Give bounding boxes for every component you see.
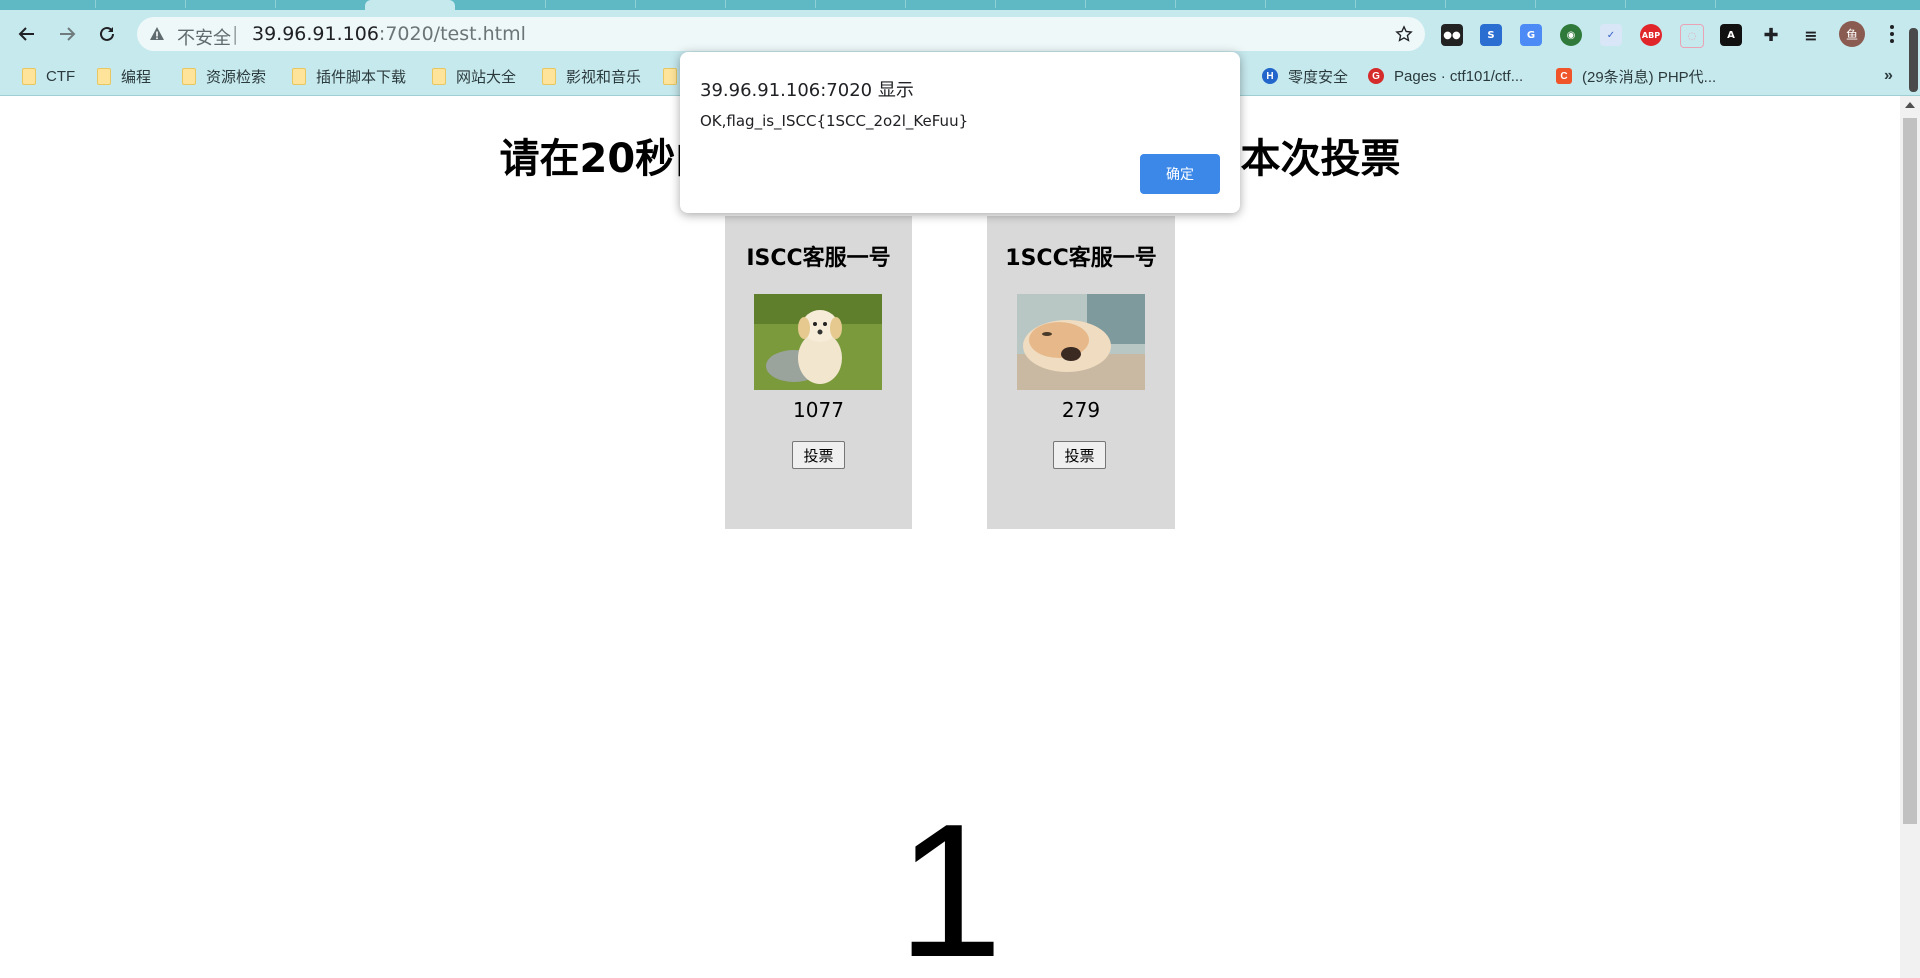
url-text[interactable]: 39.96.91.106:7020/test.html	[252, 23, 526, 45]
media-icon[interactable]: ≡	[1800, 24, 1822, 46]
folder-icon	[432, 67, 446, 85]
bookmark-star-icon[interactable]	[1395, 25, 1413, 43]
vote-button[interactable]: 投票	[792, 441, 845, 469]
bookmark-folder[interactable]: CTF	[22, 65, 75, 87]
candidate-name: ISCC客服一号	[746, 246, 891, 271]
kebab-menu-icon	[1890, 25, 1894, 43]
h-site-icon: H	[1262, 68, 1278, 84]
reload-button[interactable]	[91, 18, 123, 50]
tab-strip	[0, 0, 1920, 10]
vote-count: 1077	[793, 398, 844, 422]
warning-icon	[150, 27, 164, 40]
bookmark-site[interactable]: G Pages · ctf101/ctf...	[1368, 65, 1523, 87]
security-label[interactable]: 不安全	[177, 24, 231, 50]
candidate-card: ISCC客服一号 1077 投票	[725, 216, 912, 529]
bookmark-folder[interactable]: 资源检索	[182, 65, 266, 87]
profile-avatar[interactable]: 鱼	[1839, 21, 1865, 47]
check-ext-icon[interactable]: ✓	[1600, 24, 1622, 46]
address-bar[interactable]: 不安全 | 39.96.91.106:7020/test.html	[137, 17, 1425, 51]
folder-icon	[292, 67, 306, 85]
folder-icon	[97, 67, 111, 85]
g-site-icon: G	[1368, 68, 1384, 84]
folder-icon	[22, 67, 36, 85]
vote-count: 279	[1061, 398, 1101, 422]
puzzle-icon[interactable]: ✚	[1760, 24, 1782, 46]
active-tab[interactable]	[365, 0, 455, 10]
bookmark-folder[interactable]: 网站大全	[432, 65, 516, 87]
bookmark-site[interactable]: H 零度安全	[1262, 65, 1348, 87]
browser-toolbar: 不安全 | 39.96.91.106:7020/test.html ●● S G…	[0, 10, 1920, 57]
dialog-message: OK,flag_is_ISCC{1SCC_2o2l_KeFuu}	[700, 112, 969, 130]
page-scrollbar[interactable]	[1900, 96, 1920, 978]
forward-button[interactable]	[51, 18, 83, 50]
candidate-card: 1SCC客服一号 279 投票	[987, 216, 1175, 529]
dog-photo	[1017, 294, 1145, 390]
back-arrow-icon	[18, 27, 34, 41]
dialog-title: 39.96.91.106:7020 显示	[700, 80, 914, 101]
reload-icon	[100, 26, 114, 41]
candidate-name: 1SCC客服一号	[1005, 246, 1157, 271]
vote-button[interactable]: 投票	[1053, 441, 1106, 469]
separator: |	[232, 23, 239, 45]
scroll-up-icon[interactable]	[1905, 102, 1915, 108]
puppy-photo	[754, 294, 882, 390]
a-ext-icon[interactable]: A	[1720, 24, 1742, 46]
folder-icon	[542, 67, 556, 85]
green-ext-icon[interactable]: ◉	[1560, 24, 1582, 46]
folder-icon	[182, 67, 196, 85]
tampermonkey-icon[interactable]: ●●	[1441, 24, 1463, 46]
bookmarks-overflow-icon[interactable]: »	[1884, 65, 1893, 87]
countdown-timer: 1	[897, 785, 1003, 978]
translate-icon[interactable]: G	[1520, 24, 1542, 46]
cat-ext-icon[interactable]: ◌	[1680, 24, 1704, 48]
bookmark-folder[interactable]: 编程	[97, 65, 151, 87]
abp-icon[interactable]: ABP	[1640, 24, 1662, 46]
s-extension-icon[interactable]: S	[1480, 24, 1502, 46]
window-scroll-indicator	[1909, 28, 1918, 92]
alert-dialog: 39.96.91.106:7020 显示 OK,flag_is_ISCC{1SC…	[680, 52, 1240, 213]
bookmark-folder[interactable]: 插件脚本下载	[292, 65, 406, 87]
back-button[interactable]	[11, 18, 43, 50]
menu-button[interactable]	[1876, 18, 1908, 50]
forward-arrow-icon	[60, 27, 76, 41]
folder-icon	[663, 67, 677, 85]
bookmark-folder[interactable]: 影视和音乐	[542, 65, 641, 87]
c-site-icon: C	[1556, 68, 1572, 84]
ok-button[interactable]: 确定	[1140, 154, 1220, 194]
page-content: 请在20秒内投出不少于1000票 ，以完成本次投票 ISCC客服一号 1077 …	[0, 96, 1900, 978]
scrollbar-thumb[interactable]	[1903, 118, 1917, 824]
bookmark-site[interactable]: C (29条消息) PHP代...	[1556, 65, 1716, 87]
